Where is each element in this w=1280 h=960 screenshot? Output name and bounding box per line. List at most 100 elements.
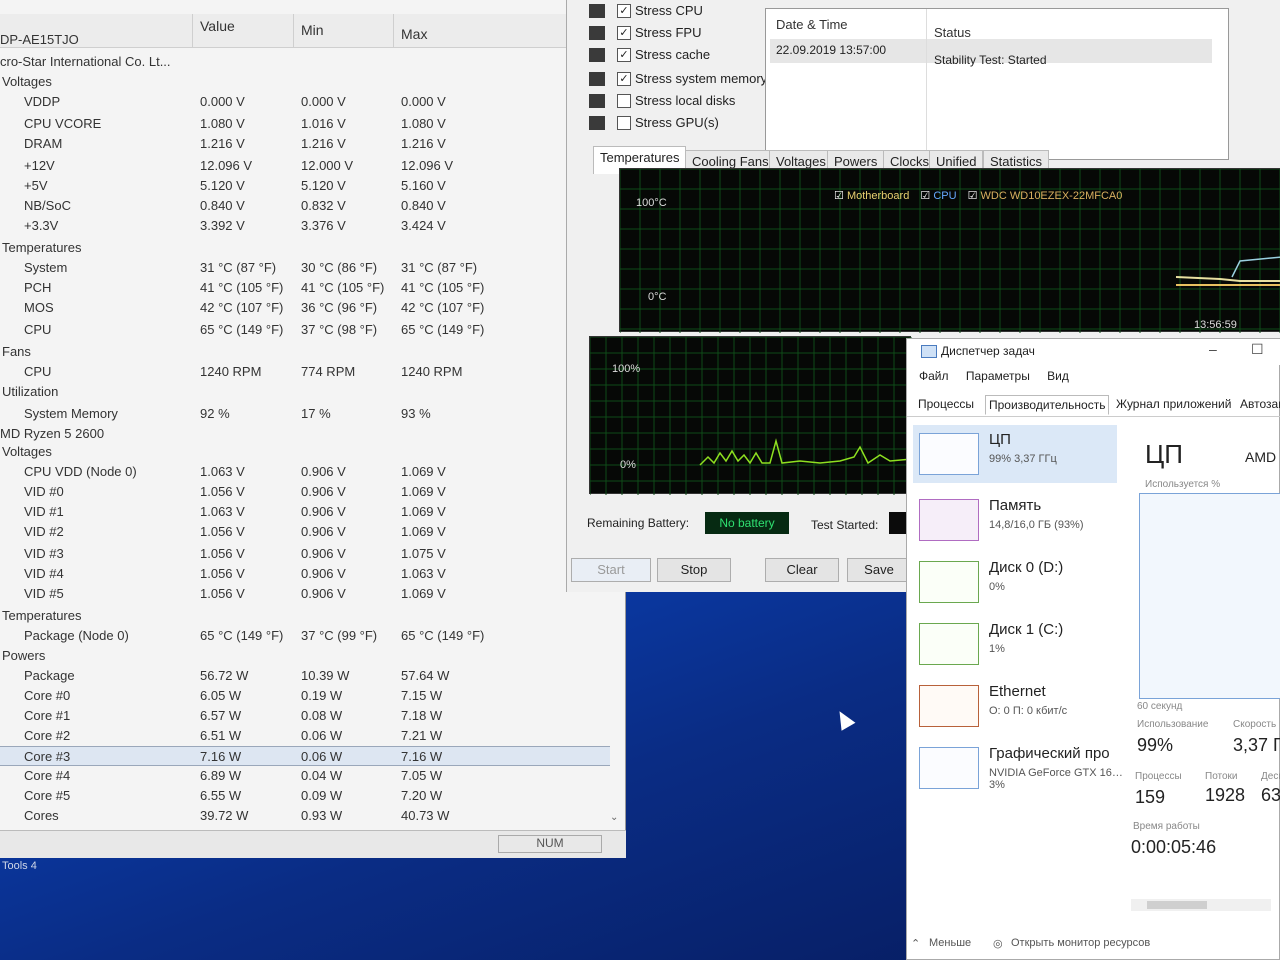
stress-checkbox[interactable]: ✓ xyxy=(617,4,631,18)
stop-button[interactable]: Stop xyxy=(657,558,731,582)
sensor-row[interactable]: Core #0 6.05 W 0.19 W 7.15 W xyxy=(0,686,610,706)
sensor-row[interactable]: VID #0 1.056 V 0.906 V 1.069 V xyxy=(0,482,610,502)
sensor-row[interactable]: Powers xyxy=(0,646,610,666)
open-resource-monitor-link[interactable]: Открыть монитор ресурсов xyxy=(1011,937,1150,949)
sensor-row[interactable]: Voltages xyxy=(0,442,610,462)
sensor-row[interactable]: MOS 42 °C (107 °F) 36 °C (96 °F) 42 °C (107… xyxy=(0,298,610,318)
sensor-max: 42 °C (107 °F) xyxy=(401,300,485,315)
sensor-max: 0.000 V xyxy=(401,94,446,109)
tab-performance[interactable]: Производительность xyxy=(985,395,1110,415)
sensor-row[interactable]: Package (Node 0) 65 °C (149 °F) 37 °C (99 … xyxy=(0,626,610,646)
sensor-row[interactable]: VID #5 1.056 V 0.906 V 1.069 V xyxy=(0,584,610,604)
clear-button[interactable]: Clear xyxy=(765,558,839,582)
perf-item-mem[interactable]: Память 14,8/16,0 ГБ (93%) xyxy=(913,491,1117,549)
sensor-row[interactable]: cro-Star International Co. Lt... xyxy=(0,52,610,72)
sensor-row[interactable]: CPU 1240 RPM 774 RPM 1240 RPM xyxy=(0,362,610,382)
task-manager-footer: ⌃ Меньше ◎ Открыть монитор ресурсов xyxy=(907,929,1280,959)
sensor-row[interactable]: +5V 5.120 V 5.120 V 5.160 V xyxy=(0,176,610,196)
perf-name: ЦП xyxy=(989,431,1011,448)
stress-checkbox[interactable]: ✓ xyxy=(617,48,631,62)
sensor-row[interactable]: System 31 °C (87 °F) 30 °C (86 °F) 31 °C (8… xyxy=(0,258,610,278)
sensor-row[interactable]: Utilization xyxy=(0,382,610,402)
stress-label: Stress FPU xyxy=(635,25,702,40)
perf-item-gpu[interactable]: Графический про NVIDIA GeForce GTX 16… 3% xyxy=(913,739,1123,797)
sensor-name: VID #0 xyxy=(24,484,64,499)
sensor-row[interactable]: Temperatures xyxy=(0,606,610,626)
sensor-name: Package (Node 0) xyxy=(24,628,129,643)
sensor-max: 7.16 W xyxy=(401,749,443,764)
handles-label: Деск xyxy=(1261,771,1280,782)
legend-motherboard-checkbox[interactable]: ☑ xyxy=(834,190,844,202)
sensor-row[interactable]: VID #1 1.063 V 0.906 V 1.069 V xyxy=(0,502,610,522)
sensor-min: 1.016 V xyxy=(301,116,346,131)
sensor-row[interactable]: Core #1 6.57 W 0.08 W 7.18 W xyxy=(0,706,610,726)
sensor-row[interactable]: CPU VDD (Node 0) 1.063 V 0.906 V 1.069 V xyxy=(0,462,610,482)
sensor-row[interactable]: MD Ryzen 5 2600 xyxy=(0,424,610,444)
sensor-row[interactable]: Fans xyxy=(0,342,610,362)
sensor-row[interactable]: +12V 12.096 V 12.000 V 12.096 V xyxy=(0,156,610,176)
usage-axis-top: 100% xyxy=(612,363,641,375)
sensor-value: 1.056 V xyxy=(200,524,245,539)
sensor-row[interactable]: VDDP 0.000 V 0.000 V 0.000 V xyxy=(0,92,610,112)
sensor-min: 10.39 W xyxy=(301,668,350,683)
perf-item-disk[interactable]: Диск 1 (C:) 1% xyxy=(913,615,1117,673)
cpu-usage-graph-grid xyxy=(589,336,913,495)
sensor-row[interactable]: DP-AE15TJO xyxy=(0,30,610,50)
menu-view[interactable]: Вид xyxy=(1047,369,1069,383)
sensor-row[interactable]: Temperatures xyxy=(0,238,610,258)
sensor-value: 6.05 W xyxy=(200,688,242,703)
sensor-row[interactable]: +3.3V 3.392 V 3.376 V 3.424 V xyxy=(0,216,610,236)
menu-file[interactable]: Файл xyxy=(919,369,949,383)
scroll-down-icon[interactable]: ⌄ xyxy=(610,812,618,823)
sensor-row[interactable]: System Memory 92 % 17 % 93 % xyxy=(0,404,610,424)
stress-checkbox[interactable]: ✓ xyxy=(617,26,631,40)
sensor-row[interactable]: Core #4 6.89 W 0.04 W 7.05 W xyxy=(0,766,610,786)
stress-checkbox[interactable] xyxy=(617,94,631,108)
sensor-max: 7.20 W xyxy=(401,788,443,803)
legend-cpu-checkbox[interactable]: ☑ xyxy=(920,190,930,202)
stress-checkbox[interactable]: ✓ xyxy=(617,72,631,86)
perf-item-cpu[interactable]: ЦП 99% 3,37 ГГц xyxy=(913,425,1117,483)
sensor-value: 12.096 V xyxy=(200,158,253,173)
perf-item-disk[interactable]: Диск 0 (D:) 0% xyxy=(913,553,1117,611)
fewer-details-link[interactable]: Меньше xyxy=(929,937,971,949)
tab-startup[interactable]: Автозаг xyxy=(1237,395,1280,413)
tab-processes[interactable]: Процессы xyxy=(915,395,977,413)
sensor-min: 0.19 W xyxy=(301,688,343,703)
perf-item-eth[interactable]: Ethernet О: 0 П: 0 кбит/с xyxy=(913,677,1117,735)
sensor-row[interactable]: Core #5 6.55 W 0.09 W 7.20 W xyxy=(0,786,610,806)
sensor-row[interactable]: NB/SoC 0.840 V 0.832 V 0.840 V xyxy=(0,196,610,216)
processes-label: Процессы xyxy=(1135,771,1182,782)
stress-checkbox[interactable] xyxy=(617,116,631,130)
sensor-row[interactable]: Voltages xyxy=(0,72,610,92)
sensor-row[interactable]: Core #3 7.16 W 0.06 W 7.16 W xyxy=(0,746,610,766)
test-started-label: Test Started: xyxy=(811,518,879,532)
chevron-up-icon[interactable]: ⌃ xyxy=(911,937,920,950)
tab-app-history[interactable]: Журнал приложений xyxy=(1113,395,1234,413)
cpu-usage-chart xyxy=(1139,493,1280,699)
sensor-row[interactable]: Core #2 6.51 W 0.06 W 7.21 W xyxy=(0,726,610,746)
hardware-icon xyxy=(589,26,605,40)
sensor-name: Package xyxy=(24,668,75,683)
sensor-row[interactable]: PCH 41 °C (105 °F) 41 °C (105 °F) 41 °C (10… xyxy=(0,278,610,298)
sensor-row[interactable]: Package 56.72 W 10.39 W 57.64 W xyxy=(0,666,610,686)
sensor-min: 17 % xyxy=(301,406,331,421)
sensor-row[interactable]: CPU VCORE 1.080 V 1.016 V 1.080 V xyxy=(0,114,610,134)
save-button[interactable]: Save xyxy=(847,558,911,582)
horizontal-scrollbar[interactable] xyxy=(1131,899,1271,911)
minimize-icon[interactable]: – xyxy=(1209,341,1217,357)
sensor-min: 0.06 W xyxy=(301,749,343,764)
legend-hdd-checkbox[interactable]: ☑ xyxy=(968,190,978,202)
sensor-row[interactable]: Cores 39.72 W 0.93 W 40.73 W xyxy=(0,806,610,826)
maximize-icon[interactable]: ☐ xyxy=(1251,341,1264,358)
sensor-row[interactable]: DRAM 1.216 V 1.216 V 1.216 V xyxy=(0,134,610,154)
sensor-max: 7.18 W xyxy=(401,708,443,723)
menu-options[interactable]: Параметры xyxy=(966,369,1030,383)
start-button[interactable]: Start xyxy=(571,558,651,582)
sensor-row[interactable]: CPU 65 °C (149 °F) 37 °C (98 °F) 65 °C (149… xyxy=(0,320,610,340)
sensor-row[interactable]: VID #2 1.056 V 0.906 V 1.069 V xyxy=(0,522,610,542)
sensor-tree[interactable]: DP-AE15TJO cro-Star International Co. Lt.… xyxy=(0,30,610,843)
sensor-max: 31 °C (87 °F) xyxy=(401,260,478,275)
sensor-row[interactable]: VID #4 1.056 V 0.906 V 1.063 V xyxy=(0,564,610,584)
sensor-row[interactable]: VID #3 1.056 V 0.906 V 1.075 V xyxy=(0,544,610,564)
